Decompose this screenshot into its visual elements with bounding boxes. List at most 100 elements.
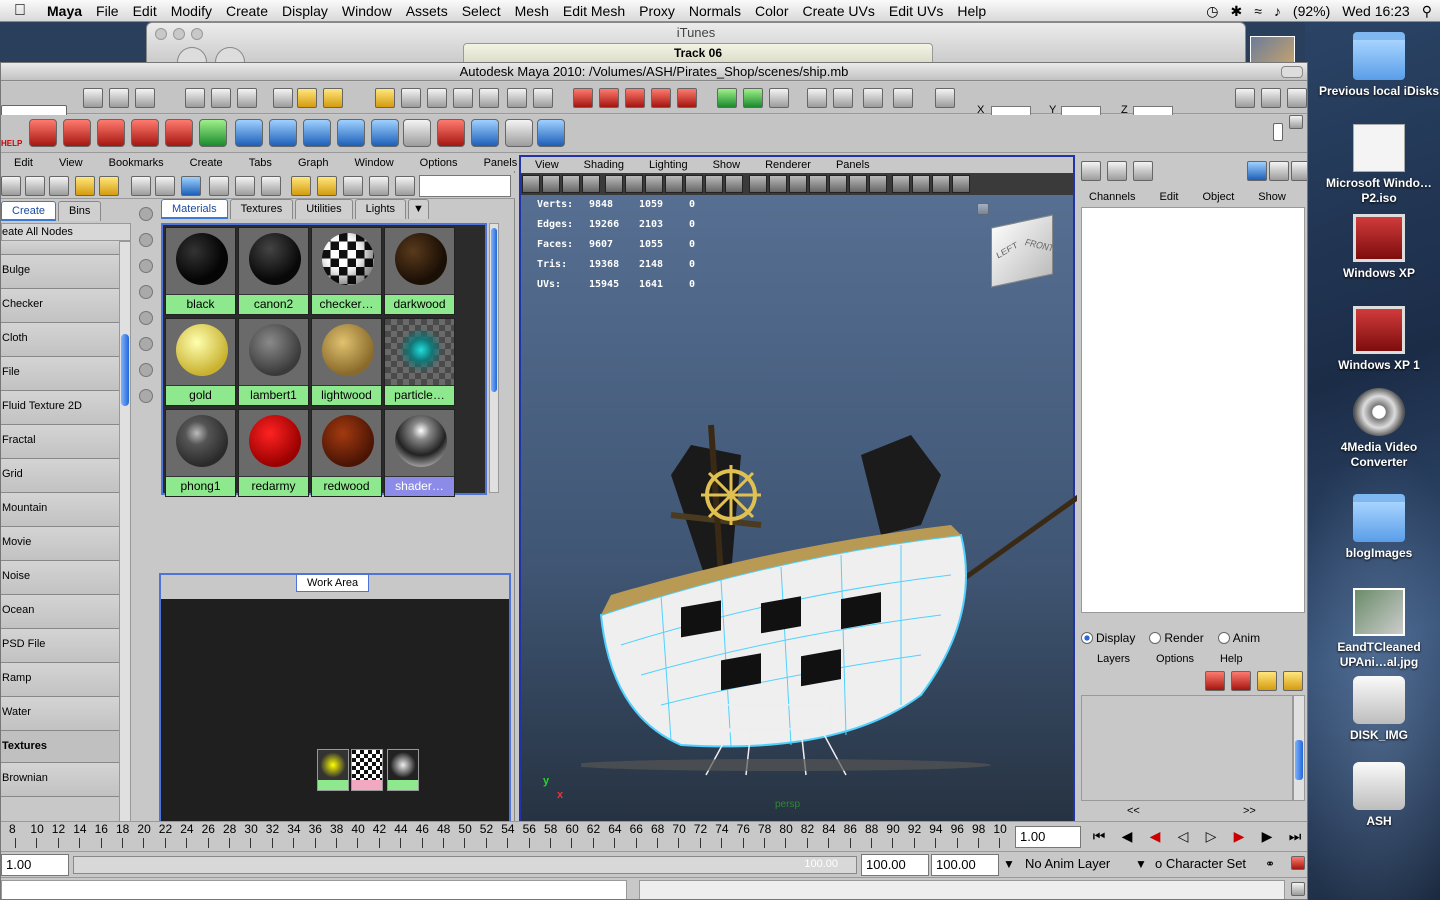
shelf-tool-3-icon[interactable] (97, 119, 125, 147)
resolution-gate-icon[interactable] (645, 175, 664, 193)
desktop-icon-par[interactable]: Windows XP (1318, 214, 1440, 281)
new-layer-icon[interactable] (1205, 671, 1225, 691)
step-forward-icon[interactable]: ▶ (1259, 828, 1275, 844)
menu-window[interactable]: Window (335, 3, 399, 19)
hs-clear-graph-icon[interactable] (131, 176, 151, 196)
swatch-checker[interactable]: checker… (311, 227, 382, 315)
playback-end-field[interactable]: 100.00 (931, 854, 999, 876)
node-bulge[interactable]: Bulge (1, 255, 119, 289)
node-fluid-texture-2d[interactable]: Fluid Texture 2D (1, 391, 119, 425)
work-node-shader[interactable] (317, 749, 349, 791)
swatch-particle[interactable]: particle… (384, 318, 455, 406)
hs-display-icon[interactable] (395, 176, 415, 196)
spotlight-icon[interactable]: ⚲ (1422, 3, 1432, 20)
layer-editor-mode-icon[interactable] (1107, 161, 1127, 181)
render-view-icon[interactable] (807, 88, 827, 108)
swatch-redarmy[interactable]: redarmy (238, 409, 309, 497)
hs-toggle-bottom-icon[interactable] (25, 176, 45, 196)
menu-display[interactable]: Display (275, 3, 335, 19)
anim-prefs-icon[interactable] (1291, 856, 1305, 870)
shelf-skeleton-icon[interactable] (337, 119, 365, 147)
make-live-icon[interactable] (677, 88, 697, 108)
strip-icon-7[interactable] (139, 363, 153, 377)
menu-color[interactable]: Color (748, 3, 795, 19)
play-forwards-icon[interactable]: ▷ (1203, 828, 1219, 844)
strip-icon-6[interactable] (139, 337, 153, 351)
node-cloth[interactable]: Cloth (1, 323, 119, 357)
new-layer-selected-icon[interactable] (1231, 671, 1251, 691)
current-frame-field[interactable]: 1.00 (1015, 826, 1081, 848)
grid-icon[interactable] (605, 175, 624, 193)
swatch-lambert1[interactable]: lambert1 (238, 318, 309, 406)
start-time-field[interactable]: 1.00 (1, 854, 69, 876)
clock[interactable]: Wed 16:23 (1342, 3, 1409, 19)
select-joints-icon[interactable] (323, 88, 343, 108)
wifi-icon[interactable]: ≈ (1254, 3, 1262, 19)
shelf-bind-icon[interactable] (371, 119, 399, 147)
input-ops-icon[interactable] (717, 88, 737, 108)
scroll-thumb[interactable] (1295, 740, 1303, 780)
node-checker[interactable]: Checker (1, 289, 119, 323)
snap-curve-icon[interactable] (599, 88, 619, 108)
tab-create[interactable]: Create (1, 201, 57, 221)
tab-utilities[interactable]: Utilities (295, 199, 353, 219)
hs-menu-bookmarks[interactable]: Bookmarks (96, 155, 177, 171)
vp-menu-lighting[interactable]: Lighting (635, 157, 699, 173)
swatch-canon2[interactable]: canon2 (238, 227, 309, 315)
anim-layer-chevron-icon[interactable]: ▼ (1003, 857, 1015, 871)
list-item[interactable] (1, 241, 119, 255)
desktop-icon-folder[interactable]: blogImages (1318, 494, 1440, 561)
node-mountain[interactable]: Mountain (1, 493, 119, 527)
menu-edit[interactable]: Edit (126, 3, 164, 19)
shelf-paint-icon[interactable] (437, 119, 465, 147)
hs-toggle-create-icon[interactable] (1, 176, 21, 196)
shelf-cube-icon[interactable] (505, 119, 533, 147)
node-ocean[interactable]: Ocean (1, 595, 119, 629)
tab-lights[interactable]: Lights (354, 199, 407, 219)
channel-box-icon[interactable] (1287, 88, 1307, 108)
lock-selection-icon[interactable] (507, 88, 527, 108)
wireframe-icon[interactable] (748, 175, 767, 193)
swatch-black[interactable]: black (165, 227, 236, 315)
construction-history-icon[interactable] (769, 88, 789, 108)
hs-search-field[interactable] (419, 175, 511, 197)
home-icon[interactable] (977, 203, 989, 215)
desktop-icon-drive[interactable]: ASH (1318, 762, 1440, 829)
select-surfaces-icon[interactable] (375, 88, 395, 108)
step-forward-key-icon[interactable]: ▶ (1231, 828, 1247, 844)
go-to-end-icon[interactable]: ⏭ (1287, 828, 1303, 844)
cb-menu-channels[interactable]: Channels (1077, 189, 1147, 205)
snap-point-icon[interactable] (625, 88, 645, 108)
swatch-gold[interactable]: gold (165, 318, 236, 406)
hs-menu-options[interactable]: Options (407, 155, 471, 171)
select-handles-icon[interactable] (297, 88, 317, 108)
node-brownian[interactable]: Brownian (1, 763, 119, 797)
field-chart-icon[interactable] (685, 175, 704, 193)
apple-icon[interactable]:  (0, 2, 40, 20)
work-node-checker[interactable] (351, 749, 383, 791)
attribute-editor-icon[interactable] (1235, 88, 1255, 108)
select-hierarchy-icon[interactable] (185, 88, 205, 108)
material-scrollbar[interactable] (489, 223, 499, 493)
node-grid[interactable]: Grid (1, 459, 119, 493)
backface-icon[interactable] (952, 175, 971, 193)
tab-menu-chevron-icon[interactable]: ▼ (408, 199, 429, 219)
gate-mask-icon[interactable] (665, 175, 684, 193)
viewport-scene[interactable]: Verts: 9848 1059 0 Edges: 19266 2103 0 Faces: 9… (521, 195, 1081, 881)
shelf-sphere-icon[interactable] (235, 119, 263, 147)
shelf-panel-icon[interactable] (403, 119, 431, 147)
shelf-tool-1-icon[interactable] (29, 119, 57, 147)
create-all-nodes[interactable]: eate All Nodes (1, 223, 131, 241)
tab-textures[interactable]: Textures (229, 199, 294, 219)
node-file[interactable]: File (1, 357, 119, 391)
shelf-tool-2-icon[interactable] (63, 119, 91, 147)
radio-anim[interactable]: Anim (1217, 631, 1260, 651)
hs-menu-tabs[interactable]: Tabs (236, 155, 285, 171)
shelf-hierarchy-icon[interactable] (303, 119, 331, 147)
shelf-scroll[interactable] (1273, 123, 1283, 141)
layer-move-up-icon[interactable] (1257, 671, 1277, 691)
end-time-field[interactable]: 100.00 (861, 854, 929, 876)
cb-page-next[interactable]: >> (1243, 805, 1256, 817)
desktop-icon-doc[interactable]: Microsoft Windo…P2.iso (1318, 124, 1440, 206)
render-current-frame-icon[interactable] (833, 88, 853, 108)
